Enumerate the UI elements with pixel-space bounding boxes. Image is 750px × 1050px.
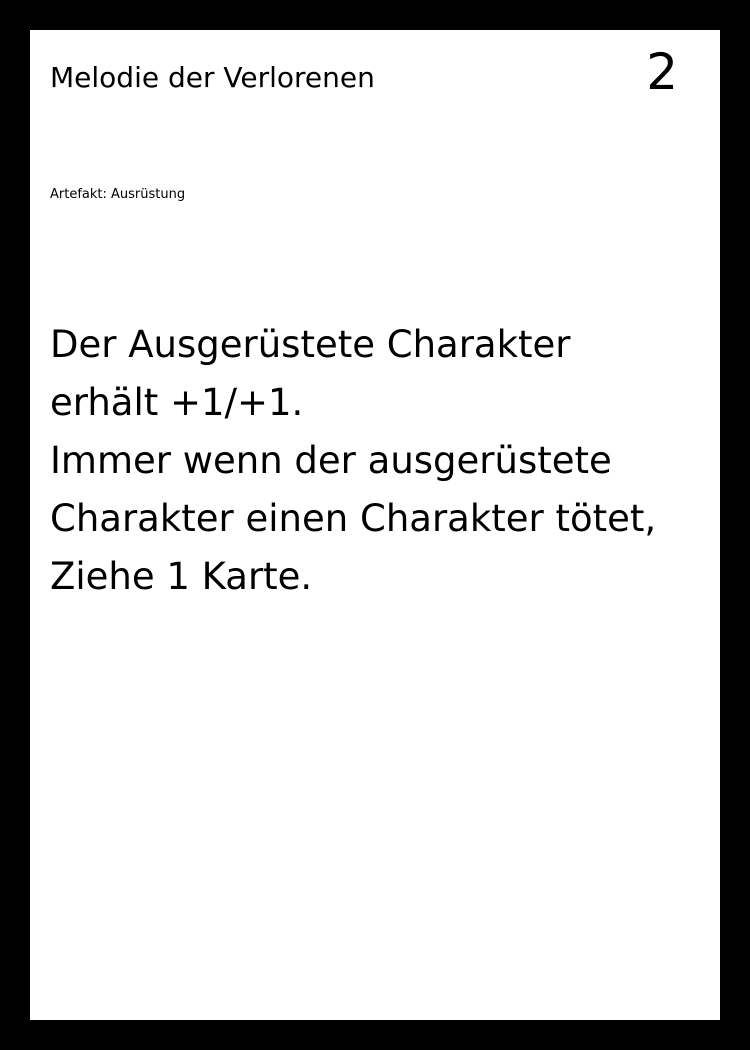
card-type-line: Artefakt: Ausrüstung	[50, 187, 186, 202]
rules-line: Der Ausgerüstete Charakter	[50, 323, 571, 366]
card: Melodie der Verlorenen 2 Artefakt: Ausrü…	[30, 30, 720, 1020]
rules-line: Charakter einen Charakter tötet,	[50, 497, 657, 540]
card-title: Melodie der Verlorenen	[50, 61, 375, 94]
card-rules-text: Der Ausgerüstete Charakter erhält +1/+1.…	[50, 316, 700, 606]
rules-line: erhält +1/+1.	[50, 381, 304, 424]
card-cost: 2	[646, 43, 678, 101]
rules-line: Immer wenn der ausgerüstete	[50, 439, 612, 482]
rules-line: Ziehe 1 Karte.	[50, 555, 313, 598]
